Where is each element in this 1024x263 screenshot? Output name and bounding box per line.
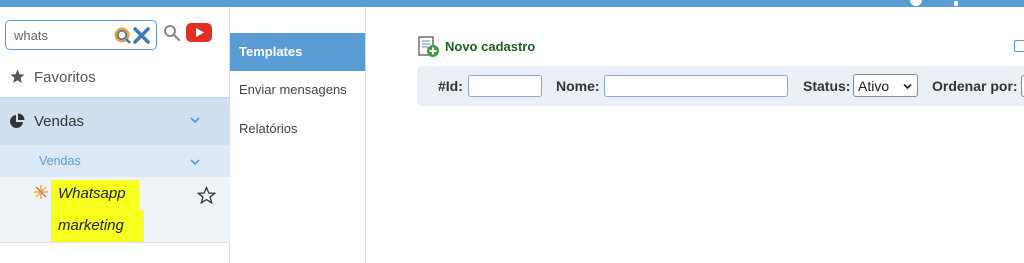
menu-group-label: Vendas bbox=[34, 113, 85, 130]
user-icon[interactable] bbox=[910, 0, 922, 6]
magnifier-icon[interactable] bbox=[114, 27, 131, 44]
menu-item-label-line2: marketing bbox=[58, 217, 124, 234]
id-label: #Id: bbox=[438, 78, 463, 94]
chevron-down-icon bbox=[903, 83, 912, 90]
search-input[interactable] bbox=[14, 26, 106, 44]
tab-relatorios[interactable]: Relatórios bbox=[230, 110, 365, 148]
menu-group-vendas[interactable]: Vendas bbox=[0, 97, 230, 146]
menu-icon[interactable] bbox=[954, 1, 958, 6]
star-icon bbox=[10, 69, 25, 83]
new-record-label: Novo cadastro bbox=[445, 39, 536, 54]
tab-enviar-mensagens[interactable]: Enviar mensagens bbox=[230, 71, 365, 109]
search-box bbox=[5, 20, 157, 50]
pie-chart-icon bbox=[10, 113, 25, 128]
name-label: Nome: bbox=[556, 78, 600, 94]
menu-item-whatsapp-marketing[interactable]: Whatsapp marketing bbox=[0, 177, 230, 243]
sparkle-icon bbox=[34, 185, 48, 199]
sub-navigation: Templates Enviar mensagens Relatórios bbox=[230, 7, 366, 263]
chevron-down-icon bbox=[190, 159, 200, 166]
status-select[interactable]: Ativo bbox=[853, 74, 918, 97]
sidebar: Favoritos Vendas Vendas Whatsapp marketi… bbox=[0, 7, 230, 263]
chevron-down-icon bbox=[190, 117, 200, 124]
favorites-label: Favoritos bbox=[34, 69, 96, 86]
name-field[interactable] bbox=[604, 75, 788, 97]
submenu-group-label: Vendas bbox=[39, 154, 81, 168]
youtube-icon[interactable] bbox=[186, 23, 212, 42]
status-label: Status: bbox=[803, 78, 851, 94]
top-bar bbox=[0, 0, 1024, 7]
search-icon[interactable] bbox=[163, 24, 180, 41]
submenu-group-vendas[interactable]: Vendas bbox=[0, 146, 230, 177]
tab-templates[interactable]: Templates bbox=[230, 33, 365, 71]
order-by-label: Ordenar por: bbox=[932, 78, 1018, 94]
id-field[interactable] bbox=[468, 75, 542, 97]
status-select-value: Ativo bbox=[858, 78, 890, 94]
menu-item-label-line1: Whatsapp bbox=[58, 185, 126, 202]
favorites-item[interactable]: Favoritos bbox=[0, 59, 230, 97]
favorite-star-icon[interactable] bbox=[197, 186, 216, 205]
new-document-icon bbox=[418, 36, 439, 57]
filter-bar: #Id: Nome: Status: Ativo Ordenar por: bbox=[417, 66, 1024, 106]
clear-icon[interactable] bbox=[133, 27, 150, 44]
edit-icon[interactable] bbox=[1014, 40, 1024, 52]
